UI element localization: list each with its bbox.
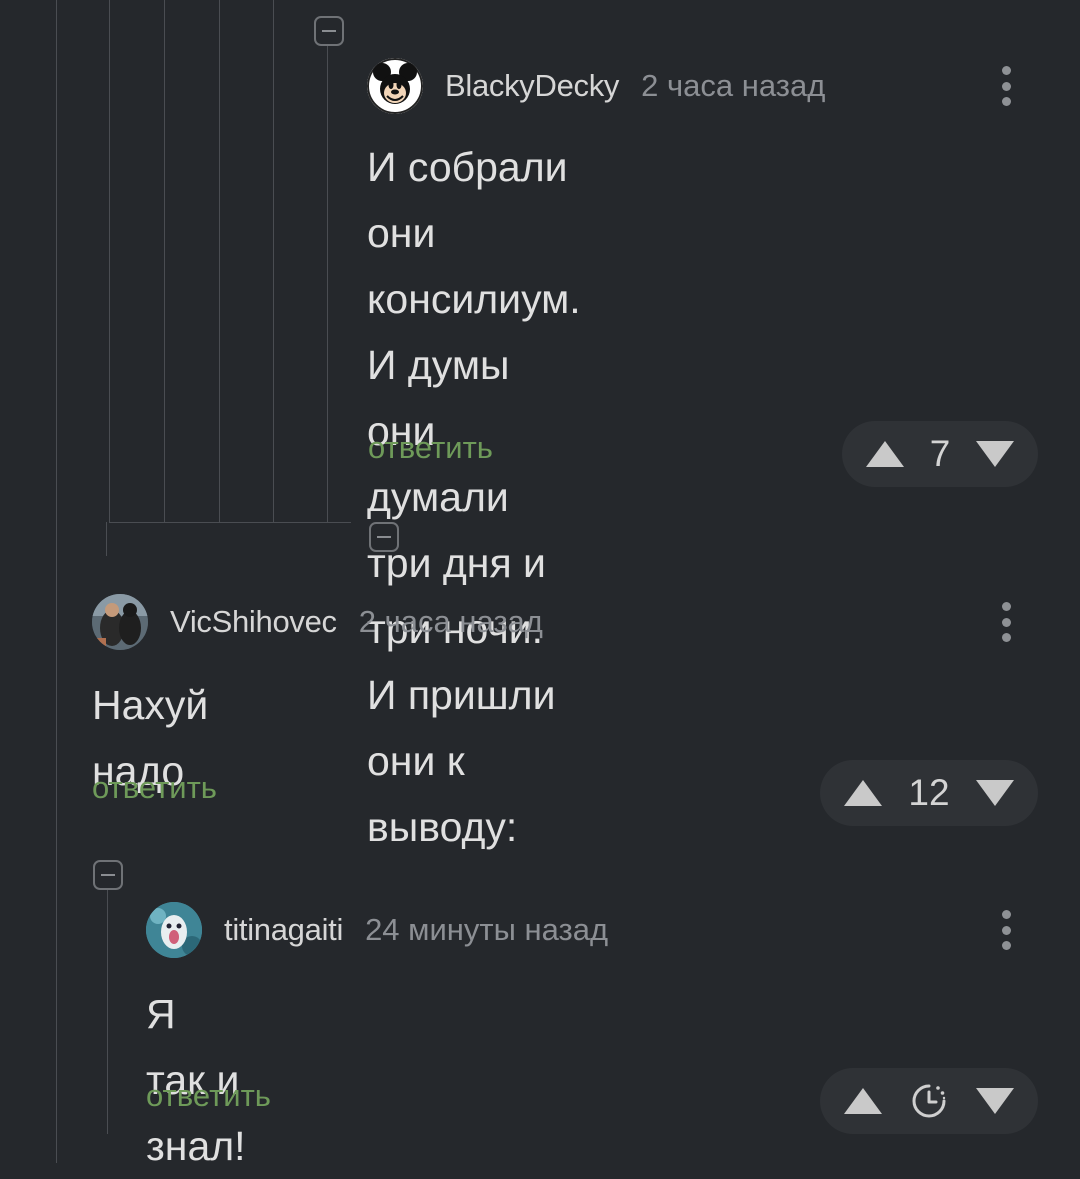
thread-line [219, 0, 220, 522]
comment-header: titinagaiti 24 минуты назад [146, 902, 608, 958]
comment-line: И собрали они консилиум. [367, 144, 581, 322]
more-vertical-icon[interactable] [994, 906, 1018, 954]
reply-link[interactable]: ответить [146, 1078, 271, 1114]
thread-line [56, 0, 57, 1163]
downvote-triangle-icon[interactable] [976, 441, 1014, 467]
reply-link[interactable]: ответить [92, 770, 217, 806]
vote-widget [820, 1068, 1038, 1134]
thread-line [106, 522, 107, 556]
collapse-minus-icon[interactable] [314, 16, 344, 46]
vote-count: 12 [908, 772, 950, 813]
username[interactable]: VicShihovec [170, 604, 337, 640]
upvote-triangle-icon[interactable] [844, 780, 882, 806]
vote-widget: 7 [842, 421, 1038, 487]
downvote-triangle-icon[interactable] [976, 1088, 1014, 1114]
comment-time: 2 часа назад [641, 68, 826, 103]
upvote-triangle-icon[interactable] [844, 1088, 882, 1114]
vote-widget: 12 [820, 760, 1038, 826]
collapse-minus-icon[interactable] [93, 860, 123, 890]
user-photo-avatar-icon[interactable] [146, 902, 202, 958]
comment-header: BlackyDecky 2 часа назад [367, 58, 825, 114]
comment-time: 2 часа назад [358, 604, 543, 639]
more-vertical-icon[interactable] [994, 598, 1018, 646]
username[interactable]: BlackyDecky [445, 68, 619, 104]
comment-time: 24 минуты назад [365, 912, 609, 947]
comment-line: И пришли они к выводу: [367, 672, 556, 850]
username[interactable]: titinagaiti [224, 912, 343, 948]
reply-link[interactable]: ответить [368, 430, 493, 466]
downvote-triangle-icon[interactable] [976, 780, 1014, 806]
user-photo-avatar-icon[interactable] [92, 594, 148, 650]
comment-header: VicShihovec 2 часа назад [92, 594, 543, 650]
thread-line [273, 0, 274, 522]
vote-count: 7 [929, 433, 951, 474]
thread-line [164, 0, 165, 522]
thread-line [107, 890, 108, 1134]
thread-line [327, 46, 328, 522]
upvote-triangle-icon[interactable] [866, 441, 904, 467]
comment-text: И собрали они консилиум. И думы они дума… [367, 134, 581, 860]
thread-line [109, 522, 351, 523]
thread-line [109, 0, 110, 522]
mickey-mouse-avatar-icon[interactable] [367, 58, 423, 114]
more-vertical-icon[interactable] [994, 62, 1018, 110]
timer-icon [882, 1081, 976, 1121]
